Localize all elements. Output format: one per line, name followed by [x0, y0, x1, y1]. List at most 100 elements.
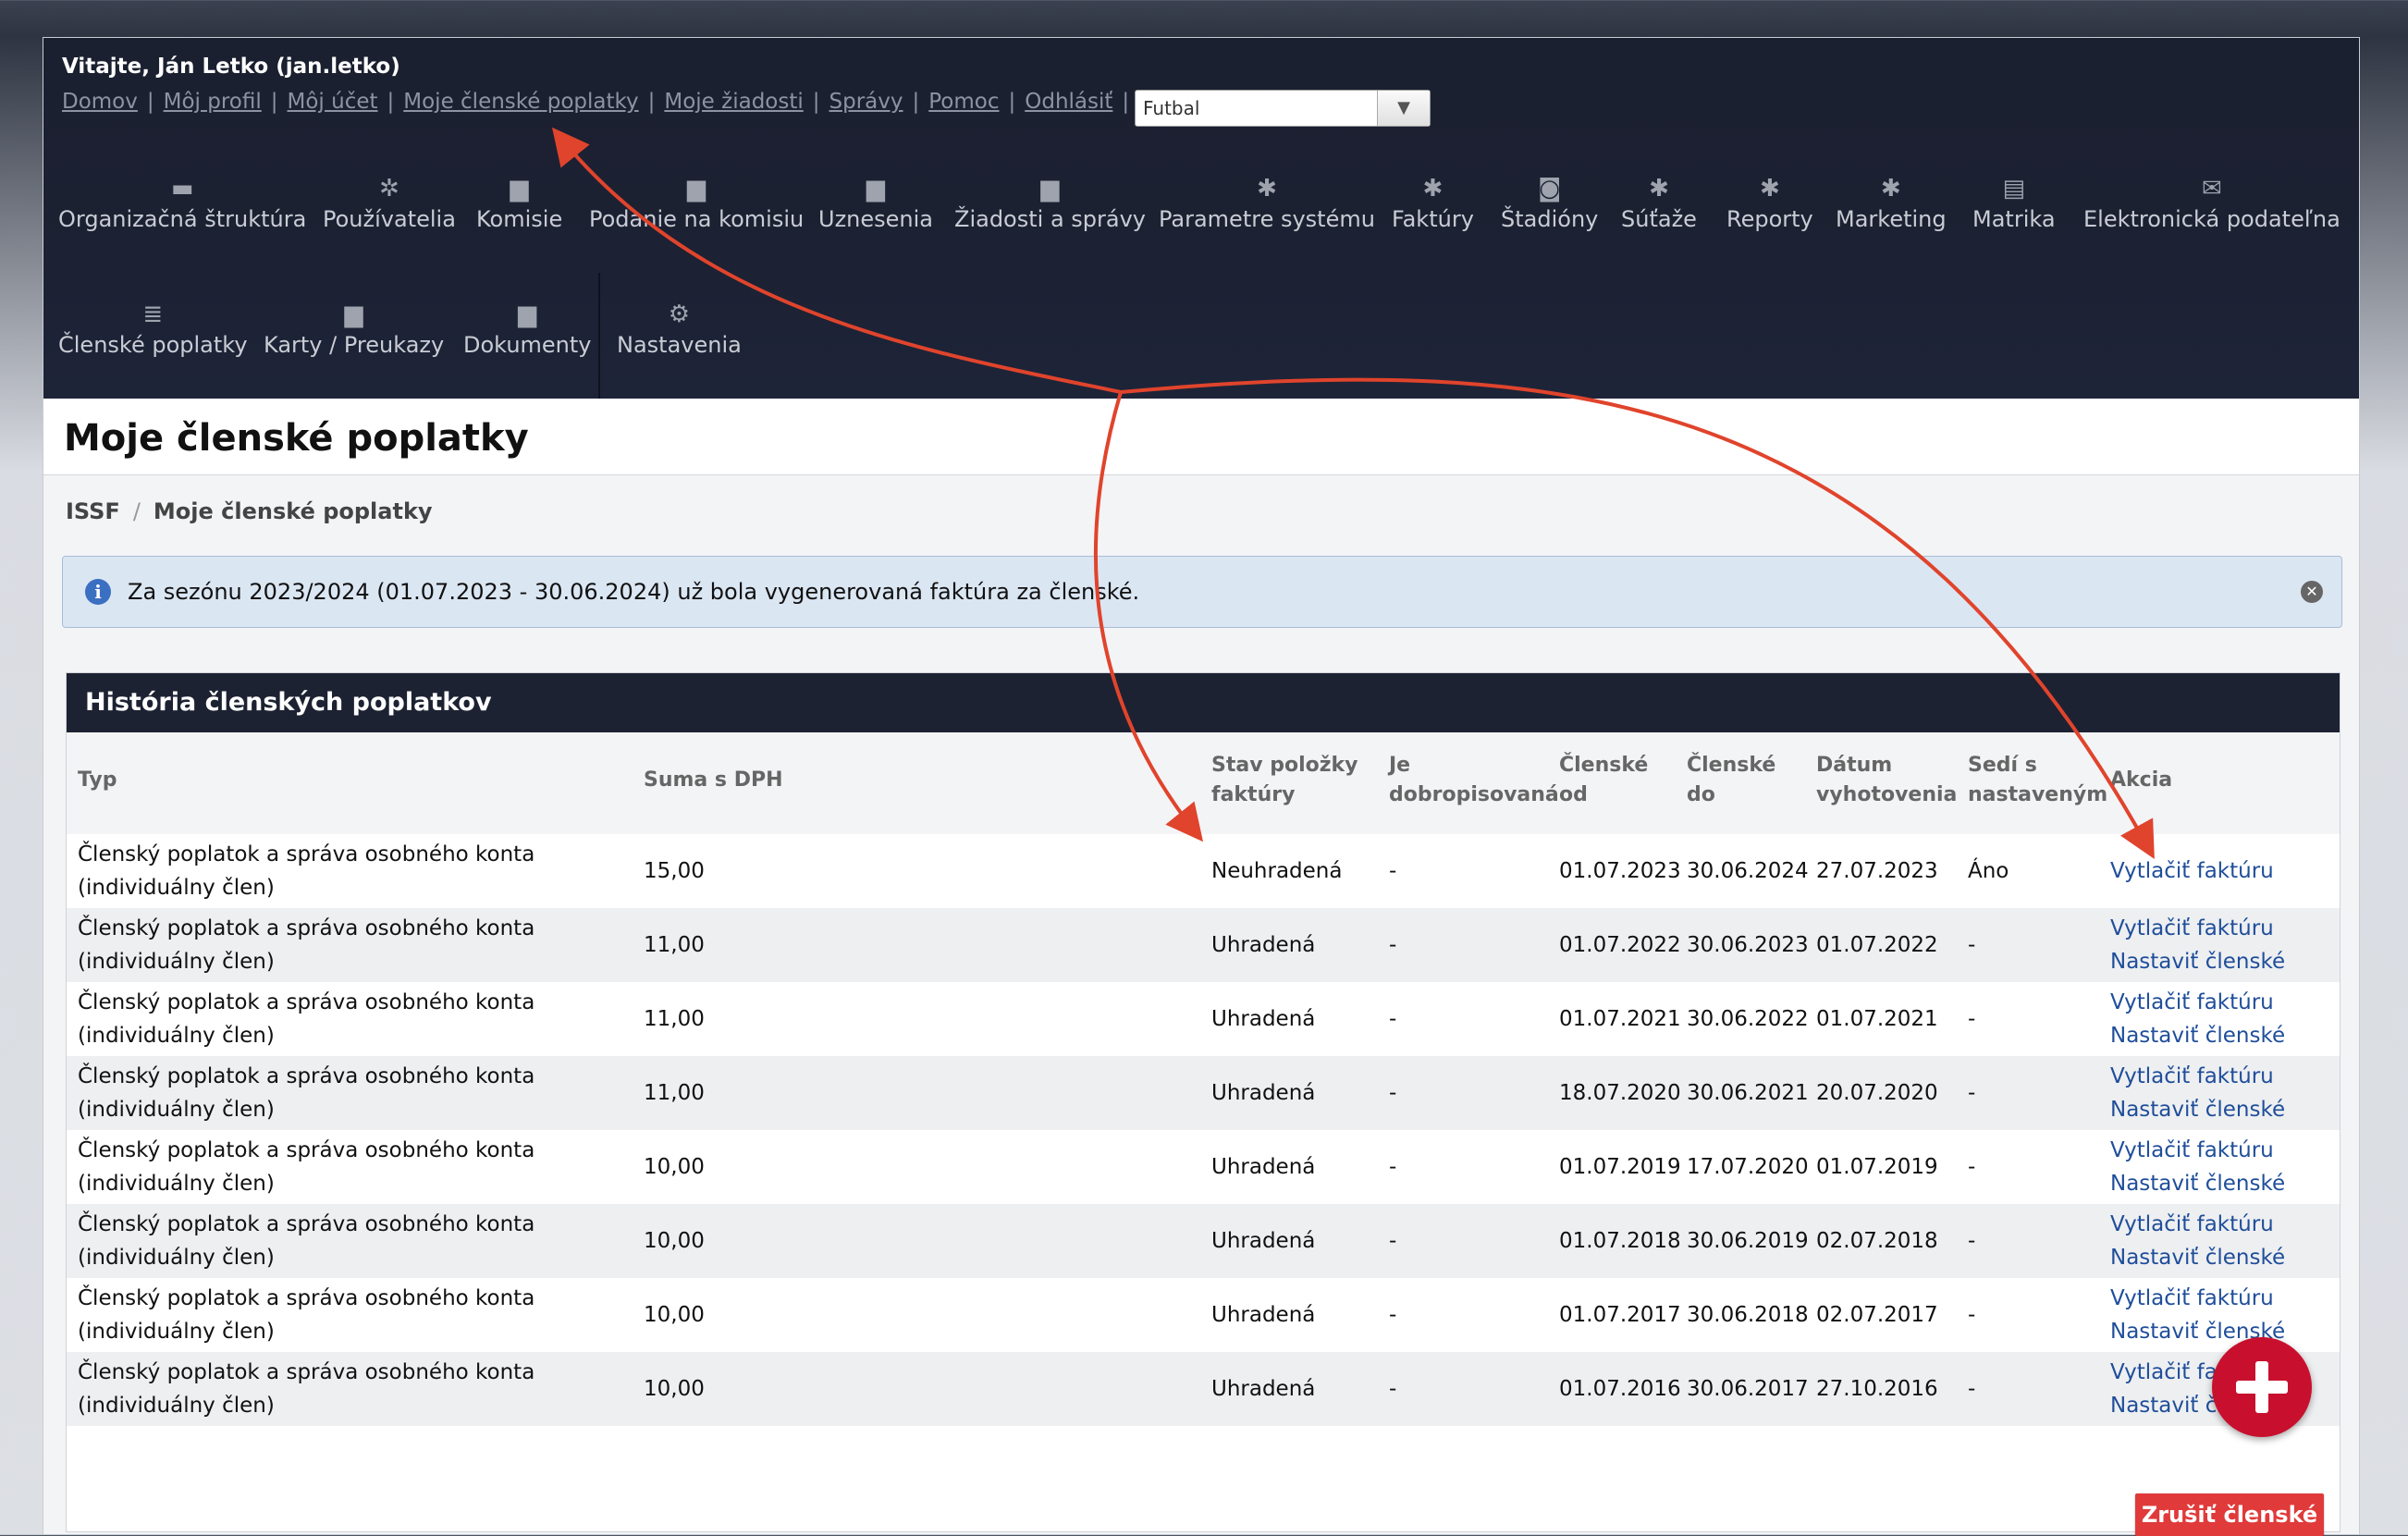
col-stav[interactable]: Stav položky faktúry [1211, 751, 1358, 810]
link-account[interactable]: Môj účet [288, 90, 378, 114]
coins-icon: ≣ [142, 301, 164, 328]
table-row: Členský poplatok a správa osobného konta… [67, 908, 2340, 982]
puzzle-icon: ✱ [1422, 175, 1444, 203]
print-invoice-link[interactable]: Vytlačiť faktúru [2110, 1060, 2285, 1093]
cell-suma: 11,00 [644, 1007, 705, 1031]
cell-stav: Uhradená [1211, 1081, 1316, 1105]
print-invoice-link[interactable]: Vytlačiť faktúru [2110, 986, 2285, 1019]
menu-marketing[interactable]: ✱ Marketing [1836, 177, 1947, 232]
cell-stav: Uhradená [1211, 1303, 1316, 1327]
cell-clenske-od: 01.07.2019 [1559, 1155, 1681, 1179]
set-membership-link[interactable]: Nastaviť členské [2110, 945, 2285, 978]
col-clenske-od[interactable]: Členské od [1559, 751, 1648, 810]
cell-datum: 27.07.2023 [1816, 859, 1938, 883]
menu-reports[interactable]: ✱ Reporty [1726, 177, 1813, 232]
cell-typ: Členský poplatok a správa osobného konta… [78, 1286, 535, 1344]
cell-dobropisovana: - [1389, 1229, 1397, 1253]
menu-resolutions[interactable]: ▆ Uznesenia [818, 177, 933, 232]
cell-akcia: Vytlačiť faktúru Nastaviť členské [2110, 1208, 2285, 1274]
menu-documents[interactable]: ▆ Dokumenty [463, 302, 592, 358]
cell-stav: Uhradená [1211, 1155, 1316, 1179]
close-icon[interactable]: ✕ [2301, 581, 2323, 603]
menu-invoices[interactable]: ✱ Faktúry [1392, 177, 1474, 232]
print-invoice-link[interactable]: Vytlačiť faktúru [2110, 1282, 2285, 1315]
menu-settings[interactable]: ⚙ Nastavenia [617, 302, 742, 358]
menu-cards[interactable]: ▆ Karty / Preukazy [264, 302, 444, 358]
help-plus-button[interactable] [2212, 1337, 2312, 1437]
col-typ[interactable]: Typ [78, 766, 117, 795]
table-row: Členský poplatok a správa osobného konta… [67, 834, 2340, 908]
set-membership-link[interactable]: Nastaviť členské [2110, 1019, 2285, 1052]
print-invoice-link[interactable]: Vytlačiť faktúru [2110, 1208, 2285, 1241]
fees-history-panel: História členských poplatkov Typ Suma s … [66, 672, 2340, 1532]
cell-clenske-od: 01.07.2021 [1559, 1007, 1681, 1031]
menu-users[interactable]: ✲ Používatelia [323, 177, 456, 232]
table-row: Členský poplatok a správa osobného konta… [67, 982, 2340, 1056]
menu-membership-fees[interactable]: ≣ Členské poplatky [58, 302, 248, 358]
title-bar: Moje členské poplatky [43, 399, 2359, 475]
set-membership-link[interactable]: Nastaviť členské [2110, 1241, 2285, 1274]
table-row: Členský poplatok a správa osobného konta… [67, 1056, 2340, 1130]
breadcrumb-root[interactable]: ISSF [66, 498, 120, 524]
cell-stav: Uhradená [1211, 1229, 1316, 1253]
print-invoice-link[interactable]: Vytlačiť faktúru [2110, 1134, 2285, 1167]
welcome-text: Vitajte, Ján Letko (jan.letko) [62, 55, 400, 79]
menu-registry[interactable]: ▤ Matrika [1972, 177, 2056, 232]
alert-message: Za sezónu 2023/2024 (01.07.2023 - 30.06.… [128, 579, 1140, 605]
cell-typ: Členský poplatok a správa osobného konta… [78, 842, 535, 900]
link-profile[interactable]: Môj profil [164, 90, 262, 114]
puzzle-icon: ✱ [1649, 175, 1669, 203]
puzzle-icon: ✱ [1759, 175, 1780, 203]
cell-sedi: - [1968, 1303, 1976, 1327]
col-suma[interactable]: Suma s DPH [644, 766, 783, 795]
stadium-icon: ◙ [1538, 175, 1562, 203]
link-my-fees[interactable]: Moje členské poplatky [403, 90, 638, 114]
col-datum[interactable]: Dátum vyhotovenia [1816, 751, 1957, 810]
print-invoice-link[interactable]: Vytlačiť faktúru [2110, 912, 2285, 945]
link-help[interactable]: Pomoc [928, 90, 999, 114]
menu-competitions[interactable]: ✱ Súťaže [1621, 177, 1697, 232]
menu-commission-submission[interactable]: ▆ Podanie na komisiu [589, 177, 804, 232]
link-my-requests[interactable]: Moje žiadosti [664, 90, 803, 114]
menu-org-structure[interactable]: ▬ Organizačná štruktúra [58, 177, 306, 232]
cell-akcia: Vytlačiť faktúru Nastaviť členské [2110, 912, 2285, 978]
folder-icon: ▆ [510, 175, 529, 203]
cell-suma: 10,00 [644, 1229, 705, 1253]
cell-clenske-od: 18.07.2020 [1559, 1081, 1681, 1105]
link-home[interactable]: Domov [62, 90, 138, 114]
sport-select[interactable]: Futbal ▼ [1135, 90, 1431, 127]
link-logout[interactable]: Odhlásiť [1025, 90, 1112, 114]
cell-dobropisovana: - [1389, 1155, 1397, 1179]
menu-electronic-filing[interactable]: ✉ Elektronická podateľna [2083, 177, 2340, 232]
folder-icon: ▆ [866, 175, 885, 203]
cell-clenske-do: 30.06.2017 [1687, 1377, 1809, 1401]
link-messages[interactable]: Správy [829, 90, 903, 114]
chevron-down-icon[interactable]: ▼ [1377, 91, 1430, 126]
print-invoice-link[interactable]: Vytlačiť faktúru [2110, 854, 2274, 888]
cell-akcia: Vytlačiť faktúru Nastaviť členské [2110, 986, 2285, 1052]
set-membership-link[interactable]: Nastaviť členské [2110, 1093, 2285, 1126]
folder-icon: ▆ [687, 175, 706, 203]
info-icon: i [85, 579, 111, 605]
cell-datum: 01.07.2019 [1816, 1155, 1938, 1179]
menu-requests-messages[interactable]: ▆ Žiadosti a správy [954, 177, 1146, 232]
cell-akcia: Vytlačiť faktúru [2110, 854, 2274, 888]
cell-sedi: - [1968, 1081, 1976, 1105]
page-title: Moje členské poplatky [64, 417, 529, 460]
cell-dobropisovana: - [1389, 859, 1397, 883]
menu-commissions[interactable]: ▆ Komisie [476, 177, 562, 232]
cell-sedi: - [1968, 1229, 1976, 1253]
cell-suma: 11,00 [644, 933, 705, 957]
col-clenske-do[interactable]: Členské do [1687, 751, 1775, 810]
col-sedi[interactable]: Sedí s nastaveným [1968, 751, 2107, 810]
cell-clenske-od: 01.07.2018 [1559, 1229, 1681, 1253]
col-dobropisovana[interactable]: Je dobropisovaná [1389, 751, 1559, 810]
menu-system-parameters[interactable]: ✱ Parametre systému [1159, 177, 1375, 232]
table-row: Členský poplatok a správa osobného konta… [67, 1352, 2340, 1426]
set-membership-link[interactable]: Nastaviť členské [2110, 1167, 2285, 1200]
cell-typ: Členský poplatok a správa osobného konta… [78, 990, 535, 1048]
cancel-membership-button[interactable]: Zrušiť členské [2135, 1493, 2324, 1536]
menu-stadiums[interactable]: ◙ Štadióny [1501, 177, 1598, 232]
cell-dobropisovana: - [1389, 1303, 1397, 1327]
cell-typ: Členský poplatok a správa osobného konta… [78, 916, 535, 974]
